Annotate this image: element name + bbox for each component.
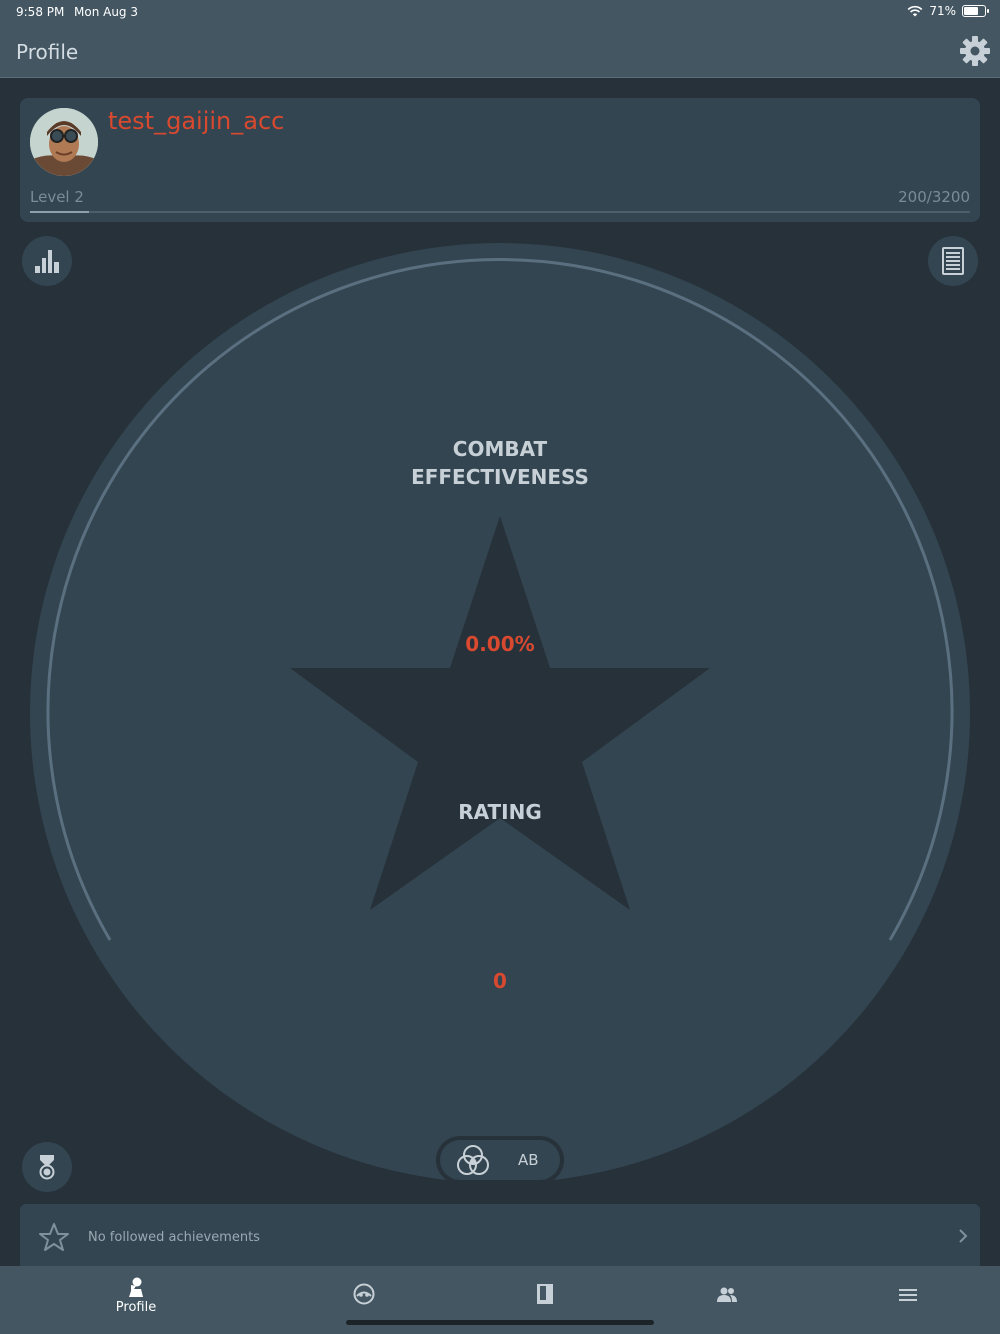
rating-label: RATING — [458, 800, 542, 824]
tab-profile-label: Profile — [115, 1300, 157, 1315]
tab-profile[interactable]: Profile — [36, 1266, 236, 1334]
chevron-right-icon — [959, 1229, 968, 1243]
achievements-text: No followed achievements — [88, 1230, 260, 1245]
xp-progress-bar — [30, 211, 970, 213]
status-time: 9:58 PM — [16, 5, 65, 19]
status-bar: 9:58 PM Mon Aug 3 71% — [0, 0, 1000, 24]
nav-bar: Profile — [0, 24, 1000, 78]
wifi-icon — [907, 5, 923, 17]
combat-effectiveness-value: 0.00% — [465, 632, 535, 656]
medals-button[interactable] — [22, 1142, 72, 1192]
pilot-avatar-icon — [30, 108, 98, 176]
combat-stats-dial: COMBAT EFFECTIVENESS 0.00% RATING 0 — [30, 243, 970, 1183]
rating-value: 0 — [493, 969, 507, 993]
tab-menu[interactable] — [808, 1266, 1000, 1334]
username: test_gaijin_acc — [108, 107, 285, 135]
game-mode-label: AB — [518, 1151, 539, 1169]
friends-icon — [717, 1287, 737, 1302]
gear-icon[interactable] — [958, 34, 992, 68]
followed-achievements-row[interactable]: No followed achievements — [20, 1204, 980, 1266]
battery-percent: 71% — [929, 4, 956, 18]
status-right: 71% — [907, 4, 989, 18]
aircraft-badge-icon — [353, 1283, 375, 1305]
battery-icon — [962, 5, 989, 17]
star-icon — [290, 516, 710, 910]
combined-forces-icon — [457, 1145, 489, 1175]
xp-progress-fill — [30, 211, 89, 213]
home-indicator[interactable] — [346, 1320, 654, 1325]
menu-icon — [899, 1289, 917, 1301]
book-icon — [537, 1284, 553, 1304]
game-mode-selector[interactable]: AB — [436, 1136, 564, 1184]
status-date: Mon Aug 3 — [74, 5, 138, 19]
level-label: Level 2 — [30, 188, 84, 206]
tab-friends[interactable] — [627, 1266, 827, 1334]
medal-icon — [39, 1155, 55, 1180]
profile-card[interactable]: test_gaijin_acc Level 2 200/3200 — [20, 98, 980, 222]
avatar[interactable] — [30, 108, 98, 176]
pilot-icon — [129, 1277, 143, 1297]
xp-text: 200/3200 — [898, 188, 970, 206]
star-outline-icon — [39, 1223, 69, 1251]
combat-effectiveness-label: COMBAT EFFECTIVENESS — [411, 437, 589, 489]
page-title: Profile — [16, 40, 79, 64]
